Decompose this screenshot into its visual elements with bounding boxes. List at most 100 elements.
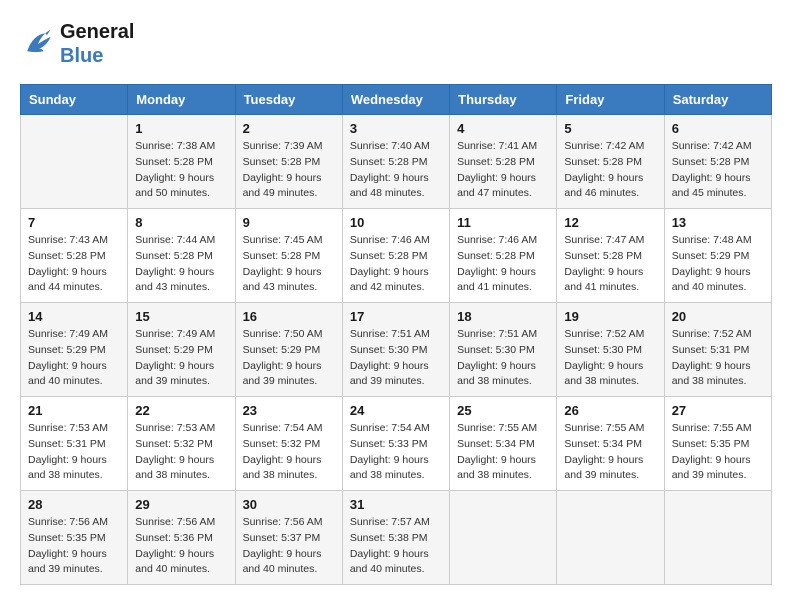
day-number: 8 [135,215,227,230]
day-info: Sunrise: 7:38 AMSunset: 5:28 PMDaylight:… [135,139,227,202]
day-number: 29 [135,497,227,512]
calendar-cell: 15Sunrise: 7:49 AMSunset: 5:29 PMDayligh… [128,303,235,397]
calendar-cell: 31 Sunrise: 7:57 AMSunset: 5:38 PMDayligh… [342,491,449,585]
weekday-header-thursday: Thursday [450,85,557,115]
calendar-cell: 6Sunrise: 7:42 AMSunset: 5:28 PMDaylight… [664,115,771,209]
calendar-cell: 7Sunrise: 7:43 AMSunset: 5:28 PMDaylight… [21,209,128,303]
calendar-cell [664,491,771,585]
day-number: 22 [135,403,227,418]
day-number: 31 [350,497,442,512]
calendar-cell: 4 Sunrise: 7:41 AMSunset: 5:28 PMDaylight… [450,115,557,209]
calendar-week-1: 1 Sunrise: 7:38 AMSunset: 5:28 PMDaylight… [21,115,772,209]
day-info: Sunrise: 7:39 AMSunset: 5:28 PMDaylight:… [243,139,335,202]
day-number: 7 [28,215,120,230]
day-number: 28 [28,497,120,512]
day-info: Sunrise: 7:53 AMSunset: 5:31 PMDaylight:… [28,421,120,484]
day-number: 21 [28,403,120,418]
calendar-week-5: 28 Sunrise: 7:56 AMSunset: 5:35 PMDayligh… [21,491,772,585]
calendar-cell: 16 Sunrise: 7:50 AMSunset: 5:29 PMDayligh… [235,303,342,397]
day-number: 10 [350,215,442,230]
day-number: 13 [672,215,764,230]
day-info: Sunrise: 7:50 AMSunset: 5:29 PMDaylight:… [243,327,335,390]
day-info: Sunrise: 7:51 AMSunset: 5:30 PMDaylight:… [457,327,549,390]
day-info: Sunrise: 7:44 AMSunset: 5:28 PMDaylight:… [135,233,227,296]
day-number: 4 [457,121,549,136]
day-info: Sunrise: 7:56 AMSunset: 5:36 PMDaylight:… [135,515,227,578]
day-info: Sunrise: 7:51 AMSunset: 5:30 PMDaylight:… [350,327,442,390]
day-number: 24 [350,403,442,418]
day-number: 20 [672,309,764,324]
day-info: Sunrise: 7:49 AMSunset: 5:29 PMDaylight:… [135,327,227,390]
day-number: 5 [564,121,656,136]
logo-icon [20,26,56,62]
weekday-header-wednesday: Wednesday [342,85,449,115]
day-info: Sunrise: 7:45 AMSunset: 5:28 PMDaylight:… [243,233,335,296]
calendar-week-3: 14 Sunrise: 7:49 AMSunset: 5:29 PMDayligh… [21,303,772,397]
day-number: 6 [672,121,764,136]
calendar-cell: 8 Sunrise: 7:44 AMSunset: 5:28 PMDaylight… [128,209,235,303]
day-info: Sunrise: 7:55 AMSunset: 5:35 PMDaylight:… [672,421,764,484]
weekday-header-monday: Monday [128,85,235,115]
day-number: 30 [243,497,335,512]
day-info: Sunrise: 7:52 AMSunset: 5:30 PMDaylight:… [564,327,656,390]
day-number: 23 [243,403,335,418]
calendar-cell: 14Sunrise: 7:49 AMSunset: 5:29 PMDayligh… [21,303,128,397]
day-info: Sunrise: 7:40 AMSunset: 5:28 PMDaylight:… [350,139,442,202]
calendar-cell: 17 Sunrise: 7:51 AMSunset: 5:30 PMDayligh… [342,303,449,397]
calendar-cell: 12Sunrise: 7:47 AMSunset: 5:28 PMDayligh… [557,209,664,303]
day-number: 1 [135,121,227,136]
day-info: Sunrise: 7:46 AMSunset: 5:28 PMDaylight:… [350,233,442,296]
day-info: Sunrise: 7:53 AMSunset: 5:32 PMDaylight:… [135,421,227,484]
day-number: 17 [350,309,442,324]
day-number: 26 [564,403,656,418]
weekday-header-friday: Friday [557,85,664,115]
day-number: 19 [564,309,656,324]
page-header: General Blue [20,20,772,68]
day-number: 11 [457,215,549,230]
day-number: 14 [28,309,120,324]
day-info: Sunrise: 7:55 AMSunset: 5:34 PMDaylight:… [457,421,549,484]
day-info: Sunrise: 7:41 AMSunset: 5:28 PMDaylight:… [457,139,549,202]
day-info: Sunrise: 7:47 AMSunset: 5:28 PMDaylight:… [564,233,656,296]
calendar-cell [450,491,557,585]
day-info: Sunrise: 7:52 AMSunset: 5:31 PMDaylight:… [672,327,764,390]
calendar-cell: 23 Sunrise: 7:54 AMSunset: 5:32 PMDayligh… [235,397,342,491]
calendar-cell: 13 Sunrise: 7:48 AMSunset: 5:29 PMDayligh… [664,209,771,303]
calendar-cell: 29 Sunrise: 7:56 AMSunset: 5:36 PMDayligh… [128,491,235,585]
day-number: 9 [243,215,335,230]
calendar-cell: 26 Sunrise: 7:55 AMSunset: 5:34 PMDayligh… [557,397,664,491]
day-info: Sunrise: 7:54 AMSunset: 5:33 PMDaylight:… [350,421,442,484]
calendar-cell [21,115,128,209]
logo: General Blue [20,20,134,68]
calendar-cell: 10 Sunrise: 7:46 AMSunset: 5:28 PMDayligh… [342,209,449,303]
day-number: 16 [243,309,335,324]
day-info: Sunrise: 7:48 AMSunset: 5:29 PMDaylight:… [672,233,764,296]
calendar-cell: 25Sunrise: 7:55 AMSunset: 5:34 PMDayligh… [450,397,557,491]
weekday-header-tuesday: Tuesday [235,85,342,115]
calendar-week-2: 7Sunrise: 7:43 AMSunset: 5:28 PMDaylight… [21,209,772,303]
calendar-cell: 20 Sunrise: 7:52 AMSunset: 5:31 PMDayligh… [664,303,771,397]
day-number: 18 [457,309,549,324]
calendar-cell: 3 Sunrise: 7:40 AMSunset: 5:28 PMDaylight… [342,115,449,209]
calendar-cell: 5Sunrise: 7:42 AMSunset: 5:28 PMDaylight… [557,115,664,209]
day-info: Sunrise: 7:54 AMSunset: 5:32 PMDaylight:… [243,421,335,484]
day-number: 3 [350,121,442,136]
calendar-week-4: 21 Sunrise: 7:53 AMSunset: 5:31 PMDayligh… [21,397,772,491]
calendar-table: SundayMondayTuesdayWednesdayThursdayFrid… [20,84,772,585]
day-info: Sunrise: 7:56 AMSunset: 5:35 PMDaylight:… [28,515,120,578]
calendar-cell: 2Sunrise: 7:39 AMSunset: 5:28 PMDaylight… [235,115,342,209]
calendar-cell: 9 Sunrise: 7:45 AMSunset: 5:28 PMDaylight… [235,209,342,303]
day-number: 27 [672,403,764,418]
calendar-cell: 11Sunrise: 7:46 AMSunset: 5:28 PMDayligh… [450,209,557,303]
weekday-header-saturday: Saturday [664,85,771,115]
calendar-cell: 21 Sunrise: 7:53 AMSunset: 5:31 PMDayligh… [21,397,128,491]
day-info: Sunrise: 7:56 AMSunset: 5:37 PMDaylight:… [243,515,335,578]
calendar-cell: 24 Sunrise: 7:54 AMSunset: 5:33 PMDayligh… [342,397,449,491]
day-info: Sunrise: 7:55 AMSunset: 5:34 PMDaylight:… [564,421,656,484]
day-info: Sunrise: 7:57 AMSunset: 5:38 PMDaylight:… [350,515,442,578]
calendar-cell: 28 Sunrise: 7:56 AMSunset: 5:35 PMDayligh… [21,491,128,585]
logo-text: General Blue [60,20,134,68]
weekday-header-sunday: Sunday [21,85,128,115]
weekday-header-row: SundayMondayTuesdayWednesdayThursdayFrid… [21,85,772,115]
calendar-cell: 19 Sunrise: 7:52 AMSunset: 5:30 PMDayligh… [557,303,664,397]
